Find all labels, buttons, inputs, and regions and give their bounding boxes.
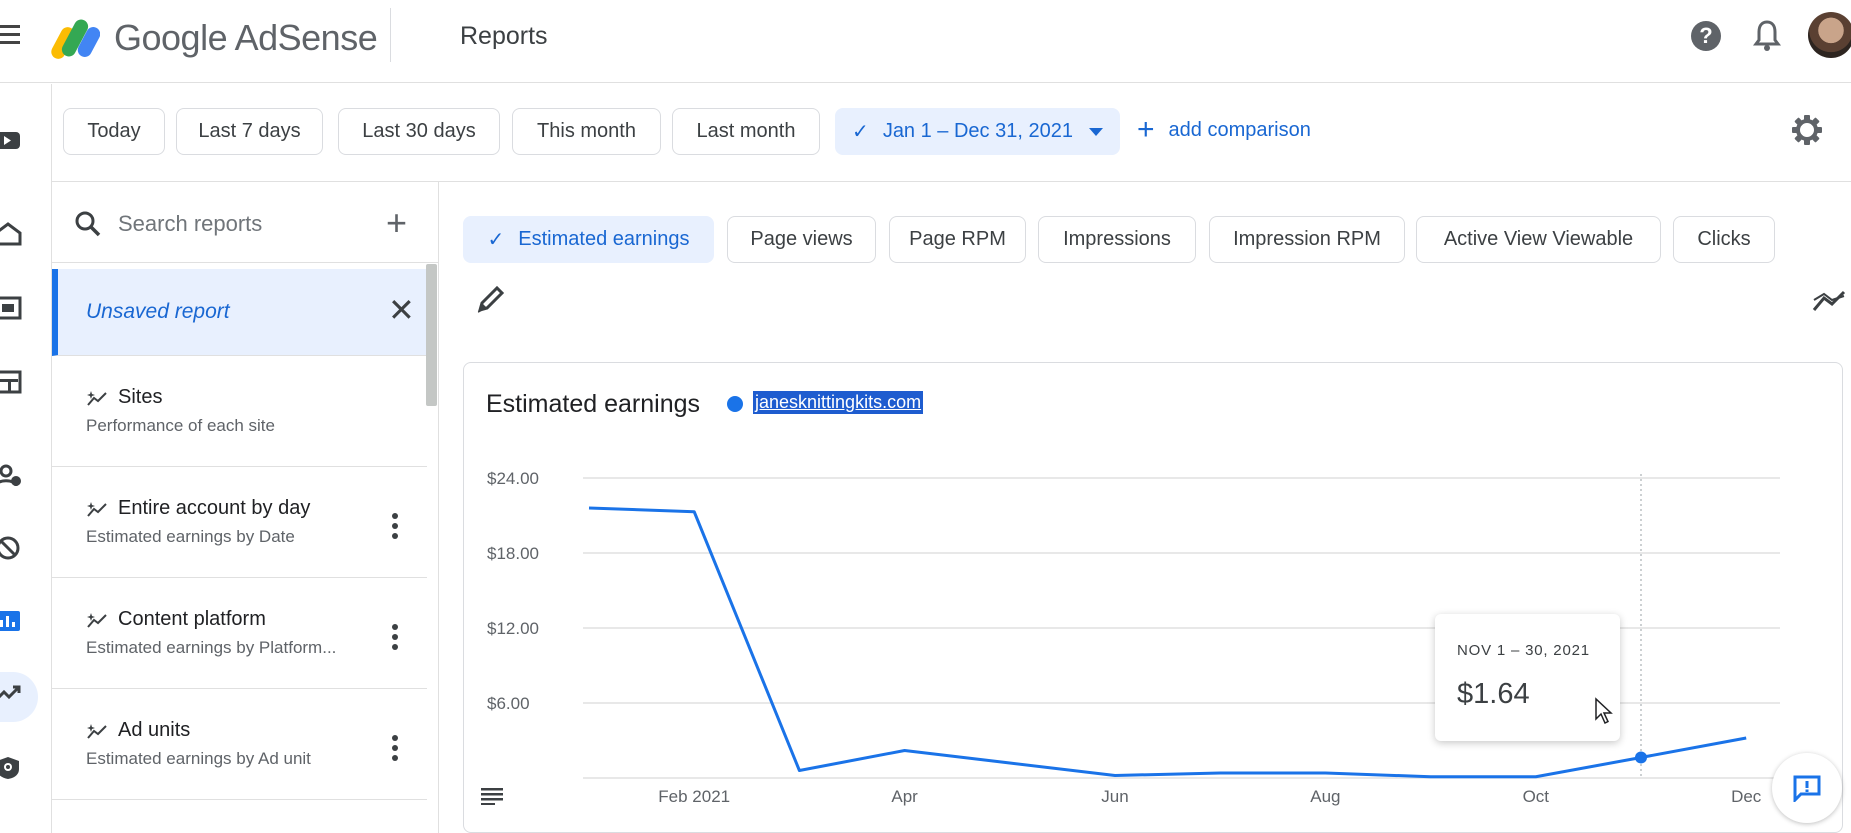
report-subtitle: Estimated earnings by Date: [86, 527, 295, 546]
y-tick-label: $18.00: [487, 544, 539, 563]
avatar[interactable]: [1808, 12, 1851, 58]
x-tick-label: Feb 2021: [658, 787, 730, 806]
highlighted-data-point: [1635, 751, 1647, 764]
account-icon[interactable]: [0, 756, 22, 780]
reports-icon[interactable]: [0, 609, 22, 633]
add-comparison-button[interactable]: + add comparison: [1137, 113, 1311, 146]
legend-site-name[interactable]: janesknittingkits.com: [753, 391, 924, 414]
feedback-button[interactable]: [1772, 753, 1842, 823]
filter-last-7-days[interactable]: Last 7 days: [176, 108, 323, 155]
legend-dot: [727, 396, 743, 412]
home-icon[interactable]: [0, 222, 22, 246]
report-item-ad-units[interactable]: Ad units Estimated earnings by Ad unit: [52, 689, 427, 800]
filter-today[interactable]: Today: [63, 108, 165, 155]
menu-icon[interactable]: [0, 25, 22, 47]
plus-icon: +: [1137, 113, 1155, 146]
help-icon[interactable]: ?: [1691, 21, 1721, 51]
report-title: Sites: [118, 386, 163, 408]
new-report-plus-icon[interactable]: +: [386, 202, 407, 244]
youtube-icon[interactable]: [0, 128, 22, 152]
add-comparison-label: add comparison: [1168, 118, 1311, 141]
brand-name: Google AdSense: [114, 17, 378, 58]
metric-label: Estimated earnings: [518, 228, 690, 250]
metric-page-rpm[interactable]: Page RPM: [889, 216, 1026, 263]
earnings-line-chart[interactable]: $6.00 $12.00 $18.00 $24.00 Feb 2021 Apr Jun Aug…: [463, 440, 1843, 833]
saved-report-icon: [87, 390, 107, 406]
x-tick-label: Dec: [1731, 787, 1762, 806]
saved-report-icon: [87, 612, 107, 628]
report-item-content-platform[interactable]: Content platform Estimated earnings by P…: [52, 578, 427, 689]
table-view-icon[interactable]: [481, 787, 503, 805]
more-options-icon[interactable]: [392, 735, 400, 765]
reports-sidebar: + Unsaved report ✕ Sites Performance of …: [52, 182, 439, 833]
top-app-bar: Google AdSense Reports ?: [0, 0, 1851, 83]
chart-tooltip: NOV 1 – 30, 2021 $1.64: [1435, 614, 1620, 741]
metric-clicks[interactable]: Clicks: [1673, 216, 1775, 263]
x-tick-label: Apr: [891, 787, 918, 806]
report-item-sites[interactable]: Sites Performance of each site: [52, 356, 427, 467]
sidebar-scrollbar[interactable]: [426, 264, 437, 406]
filter-this-month[interactable]: This month: [512, 108, 661, 155]
report-title: Ad units: [118, 719, 191, 741]
ads-icon[interactable]: [0, 296, 22, 320]
saved-report-icon: [87, 723, 107, 739]
x-tick-label: Jun: [1101, 787, 1128, 806]
mouse-cursor-icon: [1595, 697, 1613, 725]
report-subtitle: Performance of each site: [86, 416, 275, 435]
dropdown-caret-icon: [1088, 127, 1103, 136]
date-range-selector[interactable]: ✓ Jan 1 – Dec 31, 2021: [835, 108, 1120, 155]
x-tick-label: Oct: [1523, 787, 1550, 806]
check-icon: ✓: [487, 229, 505, 251]
adsense-logo-icon[interactable]: [50, 12, 100, 62]
settings-gear-icon[interactable]: [1791, 114, 1823, 146]
saved-report-icon: [87, 501, 107, 517]
y-tick-label: $24.00: [487, 469, 539, 488]
x-tick-label: Aug: [1310, 787, 1340, 806]
report-title: Entire account by day: [118, 497, 311, 519]
chart-title: Estimated earnings: [486, 390, 701, 418]
search-icon: [75, 211, 101, 237]
report-subtitle: Estimated earnings by Ad unit: [86, 749, 311, 768]
filter-last-month[interactable]: Last month: [672, 108, 820, 155]
check-icon: ✓: [852, 121, 869, 143]
report-item-entire-account-by-day[interactable]: Entire account by day Estimated earnings…: [52, 467, 427, 578]
date-range-label: Jan 1 – Dec 31, 2021: [882, 120, 1073, 142]
header-divider: [390, 8, 391, 62]
y-tick-label: $6.00: [487, 694, 530, 713]
more-options-icon[interactable]: [392, 624, 400, 654]
tooltip-date: NOV 1 – 30, 2021: [1457, 642, 1590, 659]
y-tick-label: $12.00: [487, 619, 539, 638]
edit-pencil-icon[interactable]: [474, 283, 506, 317]
notifications-icon[interactable]: [1752, 18, 1782, 54]
search-reports-input[interactable]: [118, 206, 368, 242]
left-nav-rail: [0, 84, 52, 833]
privacy-messaging-icon[interactable]: [0, 464, 22, 488]
close-icon[interactable]: ✕: [388, 291, 415, 329]
tooltip-value: $1.64: [1457, 678, 1530, 710]
brand-safety-icon[interactable]: [0, 536, 22, 560]
optimization-icon[interactable]: [0, 682, 22, 706]
search-reports-row: +: [52, 182, 438, 263]
page-title: Reports: [460, 22, 548, 50]
metric-impression-rpm[interactable]: Impression RPM: [1209, 216, 1405, 263]
metric-estimated-earnings[interactable]: ✓ Estimated earnings: [463, 216, 714, 263]
report-subtitle: Estimated earnings by Platform...: [86, 638, 337, 657]
feedback-icon: [1793, 775, 1821, 802]
sites-icon[interactable]: [0, 370, 22, 394]
metric-active-view-viewable[interactable]: Active View Viewable: [1416, 216, 1661, 263]
more-options-icon[interactable]: [392, 513, 400, 543]
report-title: Content platform: [118, 608, 266, 630]
filter-last-30-days[interactable]: Last 30 days: [338, 108, 500, 155]
unsaved-report-item[interactable]: Unsaved report ✕: [52, 269, 427, 356]
trend-chart-icon[interactable]: [1812, 286, 1846, 314]
metric-page-views[interactable]: Page views: [727, 216, 876, 263]
metric-impressions[interactable]: Impressions: [1038, 216, 1196, 263]
unsaved-report-label: Unsaved report: [86, 300, 230, 323]
